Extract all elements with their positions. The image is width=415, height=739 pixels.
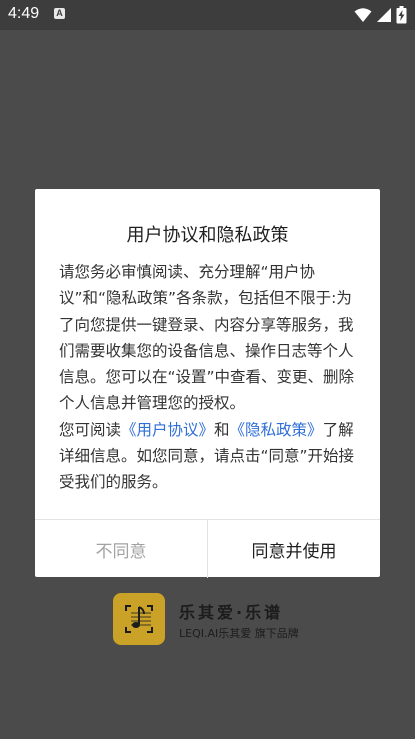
dialog-body: 请您务必审慎阅读、充分理解“用户协议”和“隐私政策”各条款，包括但不限于:为了向… (59, 259, 359, 496)
dialog-actions: 不同意 同意并使用 (35, 519, 380, 578)
privacy-policy-link[interactable]: 《隐私政策》 (230, 421, 323, 439)
dialog-paragraph-links: 您可阅读《用户协议》和《隐私政策》了解详细信息。如您同意，请点击“同意”开始接受… (59, 417, 359, 496)
notification-badge: A (54, 8, 65, 19)
links-and-text: 和 (214, 420, 230, 439)
status-time: 4:49 (8, 5, 40, 22)
app-logo (113, 593, 165, 645)
brand-footer: 乐其爱·乐谱 LEQI.AI乐其爱 旗下品牌 (113, 593, 313, 649)
disagree-button[interactable]: 不同意 (35, 520, 208, 578)
user-agreement-link[interactable]: 《用户协议》 (121, 421, 214, 439)
brand-name: 乐其爱·乐谱 (179, 603, 284, 622)
signal-icon (377, 8, 391, 22)
brand-subtitle: LEQI.AI乐其爱 旗下品牌 (179, 627, 299, 640)
agree-and-use-button[interactable]: 同意并使用 (208, 520, 380, 578)
dialog-paragraph-consent: 请您务必审慎阅读、充分理解“用户协议”和“隐私政策”各条款，包括但不限于:为了向… (59, 263, 355, 413)
wifi-icon (354, 8, 372, 22)
status-icons (354, 5, 407, 25)
dialog-title: 用户协议和隐私政策 (126, 225, 289, 246)
links-prefix-text: 您可阅读 (59, 420, 122, 439)
status-bar: 4:49 A (0, 0, 415, 30)
battery-charging-icon (396, 6, 407, 24)
music-note-icon (125, 605, 153, 633)
privacy-dialog: 用户协议和隐私政策 请您务必审慎阅读、充分理解“用户协议”和“隐私政策”各条款，… (35, 189, 380, 578)
